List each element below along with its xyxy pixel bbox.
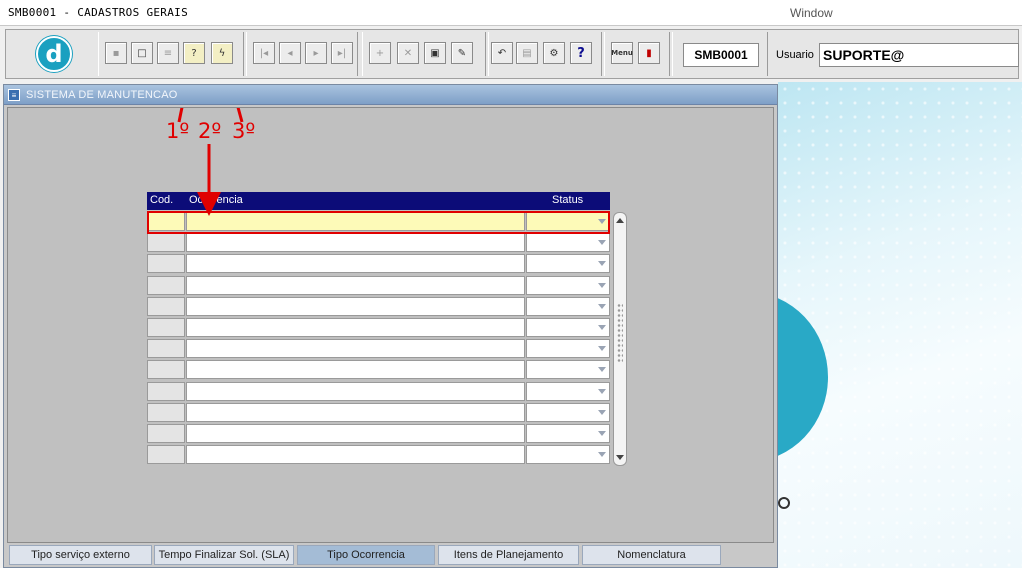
desktop-background	[778, 82, 1022, 568]
dropdown-arrow-icon[interactable]	[598, 325, 606, 330]
cell-ocorrencia[interactable]	[186, 254, 525, 273]
cell-status-select[interactable]	[526, 339, 610, 358]
insert-record-icon[interactable]: +	[369, 42, 391, 64]
cell-ocorrencia[interactable]	[186, 233, 525, 252]
scroll-grip[interactable]	[617, 303, 623, 363]
grid-scrollbar[interactable]	[613, 212, 627, 466]
column-header-ocorrencia: Ocorrencia	[189, 194, 243, 206]
clipboard-icon[interactable]: ▤	[516, 42, 538, 64]
next-record-icon[interactable]: ▸	[305, 42, 327, 64]
cell-ocorrencia[interactable]	[186, 424, 525, 443]
first-record-icon[interactable]: |◂	[253, 42, 275, 64]
toolbar: d ▪ □ ≡ ? ϟ |◂ ◂ ▸ ▸| + ✕ ▣ ✎ ↶ ▤ ⚙ ? Me…	[5, 29, 1019, 79]
selected-row-highlight	[147, 211, 610, 234]
dropdown-arrow-icon[interactable]	[598, 346, 606, 351]
cell-status-select[interactable]	[526, 276, 610, 295]
cell-ocorrencia[interactable]	[186, 382, 525, 401]
window-menu[interactable]: Window	[790, 6, 833, 20]
cell-status-select[interactable]	[526, 318, 610, 337]
save-icon[interactable]: ▪	[105, 42, 127, 64]
dropdown-arrow-icon[interactable]	[598, 283, 606, 288]
clear-record-icon[interactable]: ✎	[451, 42, 473, 64]
cell-cod[interactable]	[147, 254, 185, 273]
cell-ocorrencia[interactable]	[186, 318, 525, 337]
dropdown-arrow-icon[interactable]	[598, 367, 606, 372]
cell-ocorrencia[interactable]	[186, 339, 525, 358]
cell-status-select[interactable]	[526, 382, 610, 401]
tab-tipo-ocorrencia[interactable]: Tipo Ocorrencia	[297, 545, 435, 565]
dropdown-arrow-icon[interactable]	[598, 410, 606, 415]
dropdown-arrow-icon[interactable]	[598, 389, 606, 394]
column-header-cod: Cod.	[150, 194, 174, 206]
cell-cod[interactable]	[147, 297, 185, 316]
form-titlebar: ≡ SISTEMA DE MANUTENCAO	[4, 85, 777, 105]
cell-status-select[interactable]	[526, 254, 610, 273]
help-icon[interactable]: ?	[570, 42, 592, 64]
cell-status-select[interactable]	[526, 445, 610, 464]
dropdown-arrow-icon[interactable]	[598, 452, 606, 457]
cell-status-select[interactable]	[526, 360, 610, 379]
cell-cod[interactable]	[147, 424, 185, 443]
scroll-down-icon[interactable]	[616, 455, 624, 460]
cell-ocorrencia[interactable]	[186, 445, 525, 464]
cell-cod[interactable]	[147, 276, 185, 295]
exit-icon[interactable]: ▮	[638, 42, 660, 64]
dropdown-arrow-icon[interactable]	[598, 431, 606, 436]
cell-cod[interactable]	[147, 403, 185, 422]
form-code: SMB0001	[683, 43, 759, 67]
execute-query-icon[interactable]: ϟ	[211, 42, 233, 64]
cell-status-select[interactable]	[526, 424, 610, 443]
last-record-icon[interactable]: ▸|	[331, 42, 353, 64]
cell-cod[interactable]	[147, 318, 185, 337]
dropdown-arrow-icon[interactable]	[598, 304, 606, 309]
form-window: ≡ SISTEMA DE MANUTENCAO Cod. Ocorrencia …	[3, 84, 778, 568]
cell-ocorrencia[interactable]	[186, 276, 525, 295]
tab-tempo-finalizar-sol-sla[interactable]: Tempo Finalizar Sol. (SLA)	[154, 545, 294, 565]
form-canvas: Cod. Ocorrencia Status 1º 2º 3º	[7, 107, 774, 543]
cell-cod[interactable]	[147, 339, 185, 358]
cell-ocorrencia[interactable]	[186, 403, 525, 422]
report-icon[interactable]: Menu	[611, 42, 633, 64]
tools-icon[interactable]: ⚙	[543, 42, 565, 64]
annotation-label-2: 2º	[198, 119, 222, 143]
previous-record-icon[interactable]: ◂	[279, 42, 301, 64]
user-field: SUPORTE@	[819, 43, 1019, 67]
desktop-pattern	[778, 82, 1022, 568]
cell-status-select[interactable]	[526, 233, 610, 252]
column-header-status: Status	[552, 194, 584, 206]
cell-cod[interactable]	[147, 445, 185, 464]
print-icon[interactable]: ≡	[157, 42, 179, 64]
annotation-label-1: 1º	[166, 119, 190, 143]
cell-ocorrencia[interactable]	[186, 297, 525, 316]
cell-status-select[interactable]	[526, 403, 610, 422]
form-title: SISTEMA DE MANUTENCAO	[26, 89, 178, 101]
scroll-up-icon[interactable]	[616, 218, 624, 223]
window-title: SMB0001 - CADASTROS GERAIS	[8, 6, 188, 19]
tab-bar: Tipo serviço externo Tempo Finalizar Sol.…	[7, 544, 774, 566]
annotation-label-3: 3º	[232, 119, 256, 143]
cell-cod[interactable]	[147, 360, 185, 379]
user-label: Usuario	[776, 49, 814, 61]
app-logo: d	[36, 36, 72, 72]
window-icon[interactable]: □	[131, 42, 153, 64]
grid-header: Cod. Ocorrencia Status	[147, 192, 610, 210]
form-window-icon[interactable]: ≡	[8, 89, 20, 101]
cell-cod[interactable]	[147, 382, 185, 401]
tab-nomenclatura[interactable]: Nomenclatura	[582, 545, 721, 565]
cell-ocorrencia[interactable]	[186, 360, 525, 379]
delete-record-icon[interactable]: ✕	[397, 42, 419, 64]
tab-itens-de-planejamento[interactable]: Itens de Planejamento	[438, 545, 579, 565]
duplicate-record-icon[interactable]: ▣	[424, 42, 446, 64]
window-titlebar: SMB0001 - CADASTROS GERAIS Window	[0, 0, 1022, 26]
undo-icon[interactable]: ↶	[491, 42, 513, 64]
tab-tipo-servi-o-externo[interactable]: Tipo serviço externo	[9, 545, 152, 565]
dropdown-arrow-icon[interactable]	[598, 261, 606, 266]
cell-cod[interactable]	[147, 233, 185, 252]
cell-status-select[interactable]	[526, 297, 610, 316]
desktop-ring-icon	[778, 497, 790, 509]
dropdown-arrow-icon[interactable]	[598, 240, 606, 245]
enter-query-icon[interactable]: ?	[183, 42, 205, 64]
